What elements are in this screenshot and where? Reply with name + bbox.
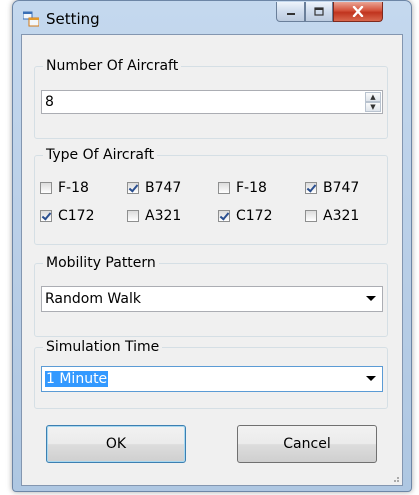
spinner: ▲ ▼: [365, 92, 381, 112]
checkbox-label: B747: [323, 180, 360, 196]
cancel-button-label: Cancel: [283, 436, 331, 452]
checkbox-box[interactable]: [127, 182, 139, 194]
checkbox-a321-2[interactable]: A321: [305, 208, 359, 224]
title-bar[interactable]: Setting: [13, 1, 411, 35]
app-form-icon: [23, 11, 39, 27]
number-of-aircraft-stepper[interactable]: 8 ▲ ▼: [41, 90, 383, 114]
checkbox-c172-1[interactable]: C172: [40, 208, 95, 224]
mobility-pattern-value: Random Walk: [45, 291, 141, 307]
checkbox-box[interactable]: [305, 210, 317, 222]
simulation-time-value: 1 Minute: [45, 371, 109, 387]
simulation-time-group: Simulation Time 1 Minute: [34, 337, 388, 409]
spin-up-button[interactable]: ▲: [365, 92, 381, 102]
checkbox-box[interactable]: [40, 210, 52, 222]
checkbox-f18-2[interactable]: F-18: [218, 180, 267, 196]
minimize-button[interactable]: [276, 2, 305, 22]
ok-button-label: OK: [105, 436, 127, 452]
chevron-down-icon[interactable]: [366, 376, 376, 381]
checkbox-box[interactable]: [305, 182, 317, 194]
checkbox-b747-2[interactable]: B747: [305, 180, 359, 196]
close-button[interactable]: [333, 2, 383, 22]
mobility-pattern-group: Mobility Pattern Random Walk: [34, 253, 388, 337]
maximize-icon: [314, 7, 324, 16]
number-of-aircraft-group: Number Of Aircraft 8 ▲ ▼: [34, 56, 388, 139]
checkbox-label: F-18: [236, 180, 267, 196]
checkbox-box[interactable]: [218, 210, 230, 222]
checkbox-a321-1[interactable]: A321: [127, 208, 181, 224]
simulation-time-dropdown[interactable]: 1 Minute: [41, 366, 383, 392]
window-title: Setting: [46, 10, 100, 28]
minimize-icon: [286, 12, 295, 15]
checkbox-label: C172: [236, 208, 273, 224]
type-of-aircraft-label: Type Of Aircraft: [43, 145, 158, 165]
checkbox-f18-1[interactable]: F-18: [40, 180, 89, 196]
chevron-down-icon[interactable]: [366, 296, 376, 301]
checkbox-label: A321: [323, 208, 360, 224]
checkbox-label: F-18: [58, 180, 89, 196]
checkbox-box[interactable]: [127, 210, 139, 222]
checkbox-label: B747: [145, 180, 182, 196]
checkbox-b747-1[interactable]: B747: [127, 180, 181, 196]
dialog-body: Number Of Aircraft 8 ▲ ▼ Type Of Aircraf…: [21, 34, 403, 486]
mobility-pattern-label: Mobility Pattern: [43, 253, 159, 273]
maximize-button[interactable]: [305, 2, 333, 22]
mobility-pattern-dropdown[interactable]: Random Walk: [41, 286, 383, 312]
number-of-aircraft-value: 8: [45, 94, 54, 110]
checkbox-label: C172: [58, 208, 95, 224]
type-of-aircraft-group: Type Of Aircraft F-18 B747 F-18 B747 C17…: [34, 145, 388, 245]
settings-window: Setting Number Of Aircraft 8 ▲ ▼ Type Of…: [12, 0, 412, 492]
checkbox-box[interactable]: [218, 182, 230, 194]
spin-down-button[interactable]: ▼: [365, 102, 381, 112]
checkbox-box[interactable]: [40, 182, 52, 194]
number-of-aircraft-label: Number Of Aircraft: [43, 56, 182, 76]
checkbox-label: A321: [145, 208, 182, 224]
checkbox-c172-2[interactable]: C172: [218, 208, 273, 224]
resize-grip-icon[interactable]: [390, 473, 400, 483]
close-icon: [352, 6, 364, 17]
ok-button[interactable]: OK: [46, 425, 186, 463]
simulation-time-label: Simulation Time: [43, 337, 163, 357]
cancel-button[interactable]: Cancel: [237, 425, 377, 463]
